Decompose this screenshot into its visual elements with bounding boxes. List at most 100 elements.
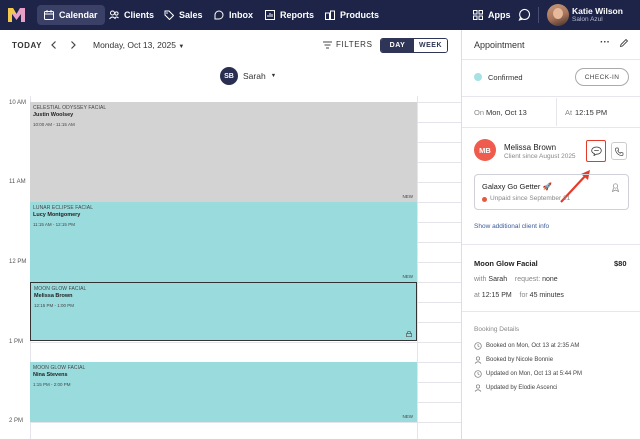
filters-label: FILTERS (336, 40, 373, 49)
booking-row: Updated on Mon, Oct 13 at 5:44 PM (474, 370, 582, 378)
nav-sales[interactable]: Sales (157, 5, 210, 25)
clock-icon (474, 370, 482, 378)
inbox-icon (214, 10, 224, 20)
message-client-button[interactable] (586, 140, 606, 162)
appointment-block[interactable]: LUNAR ECLIPSE FACIAL Lucy Montgomery 11:… (30, 202, 417, 282)
person-icon (474, 384, 482, 392)
appointment-block[interactable]: MOON GLOW FACIAL Nina Stevens 1:15 PM - … (30, 362, 417, 422)
nav-clients[interactable]: Clients (102, 5, 161, 25)
booking-details-title: Booking Details (474, 326, 520, 333)
bar-chart-icon (265, 10, 275, 20)
panel-divider (462, 59, 640, 60)
appointment-service: LUNAR ECLIPSE FACIAL (33, 205, 94, 211)
app-logo-icon[interactable] (8, 7, 25, 22)
caret-down-icon: ▼ (270, 73, 277, 79)
appointment-client: Nina Stevens (33, 372, 68, 378)
check-in-button[interactable]: CHECK-IN (575, 68, 629, 86)
nav-products[interactable]: Products (318, 5, 386, 25)
new-badge: NEW (402, 274, 414, 279)
client-name[interactable]: Melissa Brown (504, 143, 556, 152)
filter-icon (323, 41, 332, 48)
status-dot (474, 73, 482, 81)
nav-calendar-label: Calendar (59, 10, 98, 20)
caret-down-icon: ▼ (178, 44, 185, 50)
appointment-client: Melissa Brown (34, 293, 73, 299)
staff-selector[interactable]: SB Sarah ▼ (220, 67, 276, 85)
appointment-time[interactable]: 12:15 PM (575, 108, 607, 117)
at-label: at (474, 292, 480, 299)
booking-row: Booked on Mon, Oct 13 at 2:35 AM (474, 342, 579, 350)
new-badge: NEW (402, 194, 414, 199)
phone-icon (614, 147, 623, 156)
service-staff-line: with Sarah request: none (474, 276, 558, 283)
at-label: At (565, 108, 573, 117)
lock-icon (406, 331, 412, 337)
show-client-info-link[interactable]: Show additional client info (474, 223, 549, 230)
membership-status: Unpaid since September 21 (490, 195, 571, 202)
chat-bubble-icon (590, 146, 602, 156)
staff-avatar: SB (220, 67, 238, 85)
appointment-time: 10:00 AM - 11:15 AM (33, 122, 75, 127)
unpaid-status-dot (482, 197, 487, 202)
date-picker[interactable]: Monday, Oct 13, 2025 ▼ (93, 40, 184, 50)
appointment-panel: Appointment ··· Confirmed CHECK-IN On Mo… (461, 30, 640, 439)
booking-row: Booked by Nicole Bonnie (474, 356, 553, 364)
service-name: Moon Glow Facial (474, 259, 538, 268)
booking-row-text: Booked by Nicole Bonnie (486, 357, 554, 363)
booking-row-text: Updated on Mon, Oct 13 at 5:44 PM (486, 371, 583, 377)
more-options-icon[interactable]: ··· (600, 37, 610, 48)
column-divider (417, 96, 418, 439)
appointment-block-selected[interactable]: MOON GLOW FACIAL Melissa Brown 12:15 PM … (30, 282, 417, 341)
client-avatar[interactable]: MB (474, 139, 496, 161)
today-button[interactable]: TODAY (12, 41, 42, 50)
on-label: On (474, 108, 485, 117)
calendar-grid[interactable]: 10 AM 11 AM 12 PM 1 PM 2 PM CELESTIAL OD… (0, 96, 461, 439)
week-view-button[interactable]: WEEK (414, 39, 447, 52)
nav-inbox[interactable]: Inbox (207, 5, 260, 25)
clock-icon (474, 342, 482, 350)
appointment-date[interactable]: Mon, Oct 13 (486, 108, 527, 117)
appointment-time: 1:15 PM - 2:00 PM (33, 382, 71, 387)
appointment-client: Justin Woolsey (33, 112, 74, 118)
nav-inbox-label: Inbox (229, 10, 253, 20)
filters-button[interactable]: FILTERS (323, 40, 373, 49)
chevron-right-icon[interactable] (68, 40, 78, 50)
membership-badge-icon (611, 183, 620, 192)
appointment-block[interactable]: CELESTIAL ODYSSEY FACIAL Justin Woolsey … (30, 102, 417, 202)
call-client-button[interactable] (611, 142, 627, 160)
calendar-icon (44, 10, 54, 20)
nav-products-label: Products (340, 10, 380, 20)
service-price: $80 (614, 259, 627, 268)
membership-card[interactable]: Galaxy Go Getter 🚀 Unpaid since Septembe… (474, 174, 629, 210)
panel-divider (462, 244, 640, 245)
date-time-separator (556, 98, 557, 126)
hour-label: 1 PM (9, 339, 24, 345)
nav-calendar[interactable]: Calendar (37, 5, 105, 25)
hour-line (30, 422, 461, 423)
request-label: request: (514, 276, 541, 283)
nav-apps[interactable]: Apps (466, 5, 518, 25)
appointment-service: MOON GLOW FACIAL (33, 365, 86, 371)
chat-bubble-icon[interactable] (516, 6, 534, 24)
view-toggle: DAY WEEK (380, 38, 448, 53)
appointment-time: 11:15 AM - 12:15 PM (33, 222, 75, 227)
edit-pencil-icon[interactable] (619, 38, 629, 48)
nav-reports[interactable]: Reports (258, 5, 321, 25)
appointment-service: MOON GLOW FACIAL (34, 286, 87, 292)
date-label: Monday, Oct 13, 2025 (93, 40, 177, 50)
hour-line (30, 342, 461, 343)
user-name[interactable]: Katie Wilson (572, 6, 623, 16)
status-label: Confirmed (488, 73, 523, 82)
booking-row-text: Updated by Elodie Ascenci (486, 385, 558, 391)
tag-icon (164, 10, 174, 20)
panel-divider (462, 96, 640, 97)
apps-grid-icon (473, 10, 483, 20)
nav-clients-label: Clients (124, 10, 155, 20)
with-label: with (474, 276, 487, 283)
booking-row-text: Booked on Mon, Oct 13 at 2:35 AM (486, 343, 580, 349)
nav-apps-label: Apps (488, 10, 511, 20)
appointment-time: 12:15 PM - 1:00 PM (34, 303, 75, 308)
user-avatar[interactable] (547, 4, 569, 26)
day-view-button[interactable]: DAY (381, 39, 414, 52)
chevron-left-icon[interactable] (49, 40, 59, 50)
